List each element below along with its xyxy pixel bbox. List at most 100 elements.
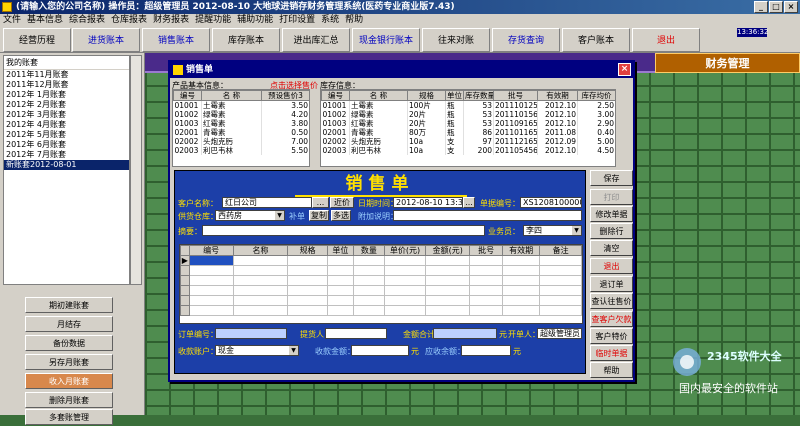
stock-row[interactable]: 01003 红霉素 20片瓶 53 201109165 2012.10 2.90 [321,119,615,128]
action-button[interactable]: 保存 [590,170,633,186]
line-item-cell[interactable] [287,285,328,296]
line-item-cell[interactable] [383,295,427,306]
line-item-cell[interactable] [469,255,504,266]
menu-item[interactable]: 帮助 [342,14,366,27]
line-item-cell[interactable] [287,265,328,276]
stock-row[interactable]: 02003 利巴韦林 10a 支 200 201105456 2012.10 4.50 [321,146,615,155]
product-row[interactable]: 02001 青霉素 0.50 [173,128,309,137]
action-button[interactable]: 删除行 [590,223,633,239]
received-amount-field[interactable] [351,345,409,356]
line-item-cell[interactable] [232,305,289,316]
line-item-row[interactable] [180,285,582,296]
action-button[interactable]: 客户特价 [590,328,633,344]
line-item-cell[interactable] [539,295,582,306]
line-item-cell[interactable] [469,285,504,296]
copy-button[interactable]: 复制 [309,210,329,221]
product-row[interactable]: 01001 土霉素 3.50 [173,100,309,110]
line-item-cell[interactable] [469,265,504,276]
consignee-field[interactable] [325,328,387,339]
line-item-cell[interactable] [502,255,541,266]
toolbar-button[interactable]: 进出库汇总 [282,28,350,52]
menu-item[interactable]: 文件 [0,14,24,27]
toolbar-button[interactable]: 客户账本 [562,28,630,52]
line-item-cell[interactable] [326,265,355,276]
line-item-cell[interactable] [539,265,582,276]
line-item-cell[interactable] [425,305,471,316]
line-item-cell[interactable] [425,295,471,306]
line-item-cell[interactable] [232,275,289,286]
line-item-cell[interactable] [188,285,234,296]
line-item-cell[interactable] [502,285,541,296]
stock-row[interactable]: 01001 土霉素 100片瓶 53 201110125 2012.10 2.50 [321,100,615,110]
menu-item[interactable]: 财务报表 [150,14,192,27]
summary-field[interactable] [202,225,485,236]
line-item-cell[interactable] [425,275,471,286]
line-item-cell[interactable] [383,275,427,286]
line-item-cell[interactable] [353,265,385,276]
minimize-icon[interactable]: _ [754,1,768,13]
line-item-cell[interactable] [326,305,355,316]
action-button[interactable]: 清空 [590,240,633,256]
account-item[interactable]: 2012年 3月账套 [4,110,129,120]
line-item-cell[interactable] [232,265,289,276]
action-button[interactable]: 临时单据 [590,345,633,361]
toolbar-button[interactable]: 往来对账 [422,28,490,52]
warehouse-select[interactable]: 西药房 [215,210,285,221]
line-item-row[interactable] [180,275,582,286]
line-item-cell[interactable] [353,295,385,306]
product-row[interactable]: 02002 头炮克肟 7.00 [173,137,309,146]
account-item[interactable]: 2012年 6月账套 [4,140,129,150]
product-grid[interactable]: 编号名 称预设售价3 01001 土霉素 3.50 01002 绿霉素 4.20 01003 红… [172,89,310,167]
line-item-cell[interactable] [353,255,385,266]
line-item-cell[interactable] [287,255,328,266]
line-item-cell[interactable] [287,275,328,286]
action-button[interactable]: 查客户欠款 [590,311,633,327]
account-item[interactable]: 2012年 2月账套 [4,100,129,110]
account-select[interactable]: 现金 [215,345,299,356]
line-item-cell[interactable] [188,295,234,306]
account-item[interactable]: 2012年 7月账套 [4,150,129,160]
bill-number-field[interactable]: XS120810000012 [520,197,582,208]
account-action-button[interactable]: 月结存 [25,316,113,332]
menu-item[interactable]: 辅助功能 [234,14,276,27]
line-item-row[interactable] [180,305,582,316]
menu-item[interactable]: 综合报表 [66,14,108,27]
stock-row[interactable]: 01002 绿霉素 20片瓶 53 201110156 2012.10 3.00 [321,110,615,119]
product-row[interactable]: 01003 红霉素 3.80 [173,119,309,128]
line-item-cell[interactable] [188,275,234,286]
action-button[interactable]: 帮助 [590,362,633,378]
line-item-cell[interactable] [469,275,504,286]
account-item[interactable]: 2011年12月账套 [4,80,129,90]
line-item-cell[interactable] [232,255,289,266]
line-item-cell[interactable] [326,255,355,266]
line-item-cell[interactable] [232,295,289,306]
line-item-cell[interactable] [188,305,234,316]
toolbar-button[interactable]: 库存账本 [212,28,280,52]
order-number-field[interactable] [215,328,287,339]
line-item-cell[interactable] [188,255,234,266]
account-action-button[interactable]: 多套账管理 [25,409,113,425]
account-action-button[interactable]: 另存月账套 [25,354,113,370]
line-item-cell[interactable] [383,265,427,276]
line-item-cell[interactable] [539,285,582,296]
line-item-cell[interactable] [502,275,541,286]
line-item-cell[interactable] [188,265,234,276]
date-field[interactable]: 2012-08-10 13:36:32 [393,197,463,208]
menu-item[interactable]: 基本信息 [24,14,66,27]
dialog-close-button[interactable]: × [618,63,631,76]
menu-item[interactable]: 打印设置 [276,14,318,27]
salesman-select[interactable]: 李四 [523,225,582,236]
account-action-button[interactable]: 备份数据 [25,335,113,351]
line-item-cell[interactable] [425,265,471,276]
menu-item[interactable]: 提醒功能 [192,14,234,27]
line-items-grid[interactable]: 编号 名称 规格 单位 数量 单价(元) 金额(元) 批号 有效期 备注 ▶ [179,244,583,324]
toolbar-button[interactable]: 退出 [632,28,700,52]
maximize-icon[interactable]: □ [769,1,783,13]
account-item[interactable]: 2012年 1月账套 [4,90,129,100]
line-item-cell[interactable] [425,255,471,266]
menu-item[interactable]: 系统 [318,14,342,27]
date-picker-button[interactable]: ... [463,197,475,208]
line-item-cell[interactable] [326,275,355,286]
account-action-button[interactable]: 期初建账套 [25,297,113,313]
line-item-cell[interactable] [539,275,582,286]
